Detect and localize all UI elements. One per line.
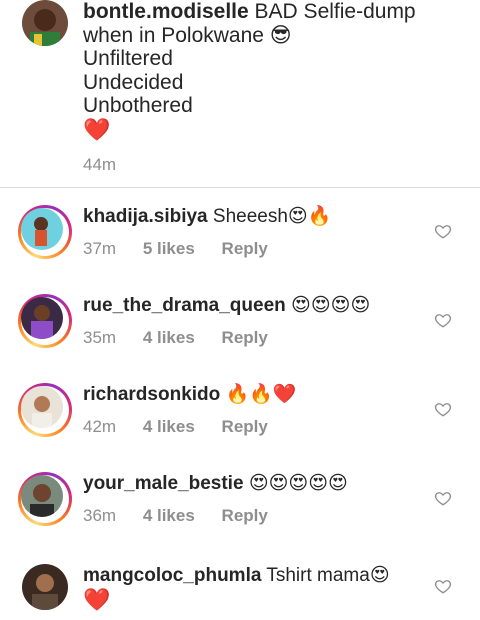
caption-line-undecided: Undecided bbox=[83, 70, 184, 94]
comment-emojis: 😍😍😍😍😍 bbox=[248, 473, 348, 494]
comment-time: 35m bbox=[83, 328, 117, 347]
comment-time: 37m bbox=[83, 239, 117, 258]
heart-outline-icon[interactable] bbox=[434, 311, 452, 329]
reply-button[interactable]: Reply bbox=[222, 328, 268, 347]
comment-item: your_male_bestie 😍😍😍😍😍 36m 4 likes Reply bbox=[0, 472, 480, 552]
comment-text: mangcoloc_phumla Tshirt mama😍 ❤️ bbox=[83, 564, 390, 614]
reply-button[interactable]: Reply bbox=[222, 506, 268, 525]
heart-outline-icon[interactable] bbox=[434, 222, 452, 240]
comment-time: 42m bbox=[83, 417, 117, 436]
heart-outline-icon[interactable] bbox=[434, 489, 452, 507]
comment-likes[interactable]: 5 likes bbox=[143, 239, 195, 258]
comment-body: Tshirt mama bbox=[266, 565, 370, 586]
post-username[interactable]: bontle.modiselle bbox=[83, 0, 249, 23]
post-author-avatar[interactable] bbox=[22, 0, 68, 46]
caption-line-unfiltered: Unfiltered bbox=[83, 47, 173, 70]
commenter-avatar[interactable] bbox=[18, 294, 72, 348]
comment-item: richardsonkido 🔥🔥❤️ 42m 4 likes Reply bbox=[0, 383, 480, 463]
comment-body: Sheeesh bbox=[212, 206, 288, 227]
comment-text: khadija.sibiya Sheeesh😍🔥 bbox=[83, 205, 331, 229]
comment-meta: 42m 4 likes Reply bbox=[83, 417, 290, 437]
sunglasses-emoji: 😎 bbox=[269, 23, 292, 47]
comment-username[interactable]: rue_the_drama_queen bbox=[83, 295, 286, 316]
commenter-avatar[interactable] bbox=[18, 205, 72, 259]
comment-text: rue_the_drama_queen 😍😍😍😍 bbox=[83, 294, 370, 318]
reply-button[interactable]: Reply bbox=[222, 239, 268, 258]
comment-username[interactable]: mangcoloc_phumla bbox=[83, 565, 261, 586]
comment-emojis: 🔥🔥❤️ bbox=[225, 384, 297, 405]
comment-item: mangcoloc_phumla Tshirt mama😍 ❤️ bbox=[0, 564, 480, 620]
commenter-avatar[interactable] bbox=[18, 472, 72, 526]
comment-likes[interactable]: 4 likes bbox=[143, 417, 195, 436]
heart-outline-icon[interactable] bbox=[434, 577, 452, 595]
heart-outline-icon[interactable] bbox=[434, 400, 452, 418]
post-time: 44m bbox=[83, 155, 117, 174]
comment-time: 36m bbox=[83, 506, 117, 525]
caption-text-1: BAD Selfie-dump bbox=[254, 0, 416, 23]
comment-item: rue_the_drama_queen 😍😍😍😍 35m 4 likes Rep… bbox=[0, 294, 480, 374]
commenter-avatar[interactable] bbox=[22, 564, 68, 610]
reply-button[interactable]: Reply bbox=[222, 417, 268, 436]
comment-likes[interactable]: 4 likes bbox=[143, 328, 195, 347]
comment-emojis: 😍🔥 bbox=[287, 206, 332, 227]
comment-text: richardsonkido 🔥🔥❤️ bbox=[83, 383, 297, 407]
post-caption: bontle.modiselle BAD Selfie-dump when in… bbox=[83, 0, 443, 177]
comment-meta: 36m 4 likes Reply bbox=[83, 506, 290, 526]
comment-username[interactable]: your_male_bestie bbox=[83, 473, 244, 494]
avatar-image bbox=[21, 475, 63, 517]
comment-heart-emoji: ❤️ bbox=[83, 587, 111, 612]
avatar-image bbox=[22, 0, 68, 46]
avatar-image bbox=[21, 297, 63, 339]
comment-username[interactable]: khadija.sibiya bbox=[83, 206, 208, 227]
comment-emojis: 😍😍😍😍 bbox=[291, 295, 371, 316]
caption-text-2: when in Polokwane bbox=[83, 23, 264, 47]
caption-divider bbox=[0, 187, 480, 188]
comment-item: khadija.sibiya Sheeesh😍🔥 37m 5 likes Rep… bbox=[0, 205, 480, 285]
comment-username[interactable]: richardsonkido bbox=[83, 384, 220, 405]
comment-emojis: 😍 bbox=[369, 565, 390, 586]
commenter-avatar[interactable] bbox=[18, 383, 72, 437]
comment-likes[interactable]: 4 likes bbox=[143, 506, 195, 525]
caption-line-unbothered: Unbothered bbox=[83, 94, 193, 117]
caption-heart-emoji: ❤️ bbox=[83, 116, 111, 142]
avatar-image bbox=[22, 564, 68, 610]
avatar-image bbox=[21, 386, 63, 428]
comment-meta: 37m 5 likes Reply bbox=[83, 239, 290, 259]
comment-text: your_male_bestie 😍😍😍😍😍 bbox=[83, 472, 348, 496]
avatar-image bbox=[21, 208, 63, 250]
comment-meta: 35m 4 likes Reply bbox=[83, 328, 290, 348]
